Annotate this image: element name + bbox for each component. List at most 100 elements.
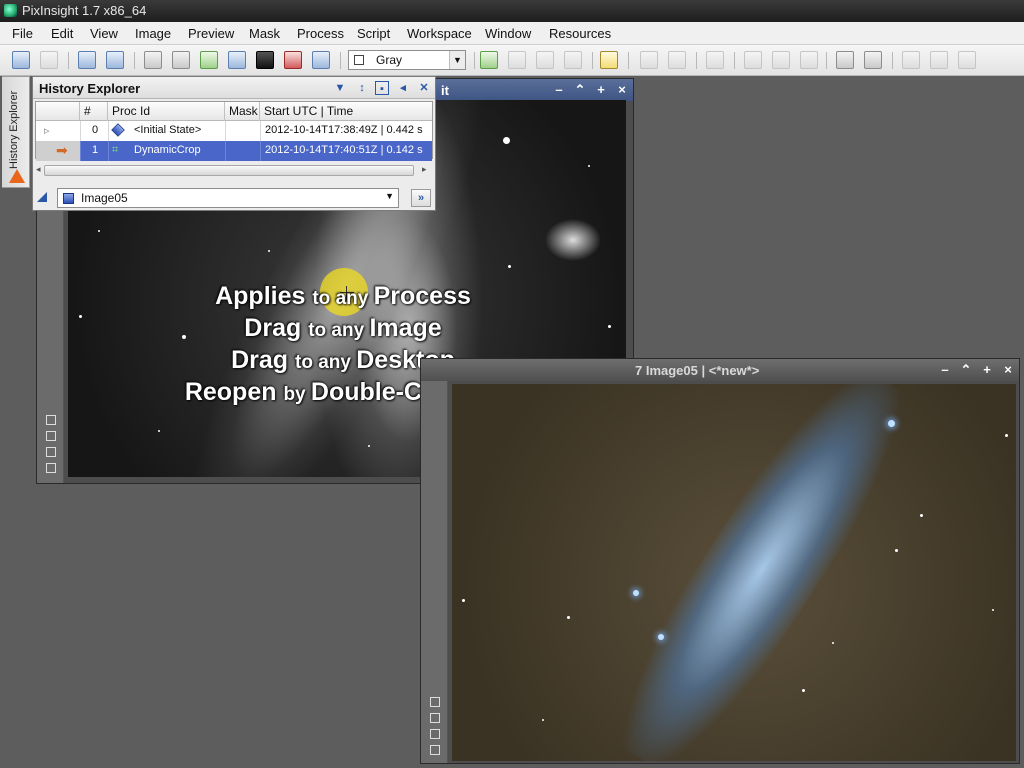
panel-menu-icon[interactable]: ▼ <box>333 81 347 95</box>
close-icon[interactable]: × <box>614 82 630 98</box>
menu-file[interactable]: File <box>12 26 33 41</box>
column-header-index[interactable]: # <box>80 102 108 121</box>
preview-icon[interactable] <box>430 745 440 755</box>
panel-title: History Explorer <box>39 81 141 96</box>
scroll-left-icon[interactable]: ◂ <box>36 164 41 175</box>
zoom-out-icon[interactable] <box>668 51 686 69</box>
history-explorer-header[interactable]: History Explorer ▼ ↕ ▪ ◂ ✕ <box>33 77 435 99</box>
table-row[interactable]: ▹ 0 <Initial State> 2012-10-14T17:38:49Z… <box>36 121 432 141</box>
panel-collapse-icon[interactable]: ◂ <box>396 81 410 95</box>
history-explorer-toggle-icon[interactable] <box>600 51 618 69</box>
cell-proc-id: DynamicCrop <box>134 144 201 156</box>
view-selector[interactable]: Image05 ▼ <box>57 188 399 208</box>
panel-resize-icon[interactable]: ↕ <box>355 81 369 95</box>
redo-icon[interactable] <box>40 51 58 69</box>
scroll-right-icon[interactable]: ▸ <box>422 164 427 175</box>
menu-view[interactable]: View <box>90 26 118 41</box>
chevron-down-icon[interactable]: ▼ <box>449 51 465 69</box>
workspace-icon-1[interactable] <box>902 51 920 69</box>
image-window-2-titlebar[interactable]: 7 Image05 | <*new*> – ⌃ + × <box>421 359 1019 381</box>
apply-forward-icon[interactable]: » <box>411 189 431 207</box>
menu-process[interactable]: Process <box>297 26 344 41</box>
undo-icon[interactable] <box>12 51 30 69</box>
toolbar-separator <box>134 52 135 69</box>
cell-proc-id: <Initial State> <box>134 124 202 136</box>
mask-show-icon[interactable] <box>284 51 302 69</box>
workspace-icon-2[interactable] <box>930 51 948 69</box>
new-preview-icon[interactable] <box>144 51 162 69</box>
close-icon[interactable]: × <box>1000 362 1016 378</box>
auto-stretch-icon[interactable] <box>228 51 246 69</box>
column-header-expand[interactable] <box>36 102 80 121</box>
workspace-icon-3[interactable] <box>958 51 976 69</box>
image-canvas-color[interactable] <box>452 384 1016 761</box>
process-console-icon[interactable] <box>836 51 854 69</box>
process-icon-2[interactable] <box>508 51 526 69</box>
menu-mask[interactable]: Mask <box>249 26 280 41</box>
new-process-icon[interactable] <box>480 51 498 69</box>
horizontal-scrollbar[interactable]: ◂ ▸ <box>36 164 432 177</box>
menu-window[interactable]: Window <box>485 26 531 41</box>
panel-float-icon[interactable]: ▪ <box>375 81 389 95</box>
clone-image-icon[interactable] <box>106 51 124 69</box>
preview-icon[interactable] <box>46 463 56 473</box>
minimize-icon[interactable]: – <box>937 362 953 378</box>
overlay-line-2: Drag to any Image <box>244 314 442 342</box>
zoom-1-1-icon[interactable] <box>772 51 790 69</box>
menu-resources[interactable]: Resources <box>549 26 611 41</box>
maximize-icon[interactable]: + <box>593 82 609 98</box>
view-link-icon[interactable] <box>37 192 47 202</box>
column-header-proc-id[interactable]: Proc Id <box>108 102 225 121</box>
panel-close-icon[interactable]: ✕ <box>417 81 431 95</box>
identifier-icon[interactable] <box>78 51 96 69</box>
chevron-down-icon[interactable]: ▼ <box>385 191 394 201</box>
shade-icon[interactable]: ⌃ <box>958 362 974 378</box>
delete-preview-icon[interactable] <box>172 51 190 69</box>
star <box>920 514 923 517</box>
column-header-start-utc[interactable]: Start UTC | Time <box>260 102 432 121</box>
star <box>503 137 510 144</box>
table-row-selected[interactable]: ➡ 1 ⌗ DynamicCrop 2012-10-14T17:40:51Z |… <box>36 141 432 161</box>
add-preview-icon[interactable] <box>200 51 218 69</box>
display-channel-select[interactable]: Gray ▼ <box>348 50 466 70</box>
pan-mode-icon[interactable] <box>706 51 724 69</box>
pan-icon[interactable] <box>46 431 56 441</box>
screen-transfer-icon[interactable] <box>312 51 330 69</box>
galaxy-image <box>593 384 931 761</box>
clone-view-icon[interactable] <box>430 729 440 739</box>
clone-view-icon[interactable] <box>46 447 56 457</box>
expand-arrow-icon[interactable]: ▹ <box>44 124 50 137</box>
minimize-icon[interactable]: – <box>551 82 567 98</box>
readout-icon[interactable] <box>800 51 818 69</box>
maximize-icon[interactable]: + <box>979 362 995 378</box>
zoom-in-icon[interactable] <box>640 51 658 69</box>
view-selector-value: Image05 <box>81 191 128 205</box>
grid-line <box>225 141 226 161</box>
star <box>658 634 664 640</box>
fit-view-icon[interactable] <box>744 51 762 69</box>
toolbar-separator <box>68 52 69 69</box>
options-icon[interactable] <box>864 51 882 69</box>
cell-start-utc: 2012-10-14T17:38:49Z | 0.442 s <box>265 124 423 136</box>
pan-icon[interactable] <box>430 713 440 723</box>
zoom-icon[interactable] <box>430 697 440 707</box>
toolbar-separator <box>696 52 697 69</box>
column-header-mask[interactable]: Mask <box>225 102 260 121</box>
menu-edit[interactable]: Edit <box>51 26 73 41</box>
process-icon-3[interactable] <box>536 51 554 69</box>
mask-icon[interactable] <box>256 51 274 69</box>
zoom-icon[interactable] <box>46 415 56 425</box>
star <box>588 165 590 167</box>
star <box>98 230 100 232</box>
history-explorer-side-tab[interactable]: History Explorer <box>2 76 30 188</box>
menu-image[interactable]: Image <box>135 26 171 41</box>
history-table: # Proc Id Mask Start UTC | Time ▹ 0 <Ini… <box>35 101 433 176</box>
menu-workspace[interactable]: Workspace <box>407 26 472 41</box>
star <box>608 325 611 328</box>
scrollbar-thumb[interactable] <box>44 165 414 176</box>
menu-script[interactable]: Script <box>357 26 390 41</box>
process-icon-4[interactable] <box>564 51 582 69</box>
toolbar-separator <box>592 52 593 69</box>
shade-icon[interactable]: ⌃ <box>572 82 588 98</box>
menu-preview[interactable]: Preview <box>188 26 234 41</box>
